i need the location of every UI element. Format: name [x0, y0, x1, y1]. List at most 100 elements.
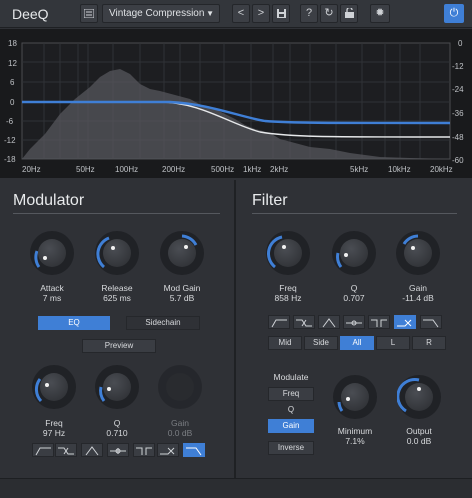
minimum-knob[interactable] [333, 375, 377, 419]
release-label: Release [101, 283, 133, 293]
release-value: 625 ms [103, 293, 131, 303]
save-icon [276, 9, 286, 18]
list-icon [83, 8, 95, 19]
filter-bell-button[interactable] [318, 315, 340, 329]
notch-icon [110, 448, 126, 454]
mod-gain-eq-knob[interactable] [158, 365, 202, 409]
channel-r-button[interactable]: R [412, 336, 446, 350]
channel-all-button[interactable]: All [340, 336, 374, 350]
bandreject-icon [371, 319, 387, 327]
mod-freq-knob[interactable] [32, 365, 76, 409]
sidechain-tab[interactable]: Sidechain [126, 316, 200, 330]
filter-q-value: 0.707 [343, 293, 365, 303]
lowcut-shape-button[interactable] [32, 443, 54, 457]
reset-button[interactable]: ↻ [320, 4, 338, 23]
attack-value: 7 ms [42, 293, 62, 303]
minimum-label: Minimum [337, 426, 373, 436]
filter-q-knob[interactable] [332, 231, 376, 275]
help-button[interactable]: ? [300, 4, 318, 23]
divider [13, 213, 220, 214]
highshelf-shape-button[interactable] [157, 443, 179, 457]
preset-dropdown[interactable]: Vintage Compression ▼ [102, 4, 220, 23]
lowshelf-icon [296, 319, 312, 327]
lowcut-icon [271, 319, 287, 328]
save-button[interactable] [272, 4, 290, 23]
mod-gain-value: 5.7 dB [169, 293, 195, 303]
modulate-label: Modulate [273, 372, 309, 382]
app-title: DeeQ [12, 6, 49, 22]
preset-list-button[interactable] [80, 4, 98, 23]
lock-icon [344, 6, 354, 18]
eq-graph-canvas [21, 42, 451, 160]
filter-gain-value: -11.4 dB [402, 293, 434, 303]
highshelf-icon [160, 447, 175, 455]
filter-highshelf-button[interactable] [394, 315, 416, 329]
modulator-panel: Modulator Attack 7 ms Release 625 ms Mod… [0, 182, 234, 474]
filter-freq-label: Freq [279, 283, 297, 293]
filter-notch-button[interactable] [343, 315, 365, 329]
mod-q-label: Q [113, 418, 121, 428]
mod-gain-eq-value: 0.0 dB [167, 428, 193, 438]
modulate-gain-button[interactable]: Gain [268, 419, 314, 433]
divider [252, 213, 457, 214]
channel-mid-button[interactable]: Mid [268, 336, 302, 350]
attack-knob[interactable] [30, 231, 74, 275]
eq-tab[interactable]: EQ [38, 316, 110, 330]
filter-q-label: Q [350, 283, 358, 293]
footer-bar [0, 478, 472, 498]
mod-freq-value: 97 Hz [42, 428, 66, 438]
preset-name: Vintage Compression [109, 8, 205, 19]
filter-gain-knob[interactable] [396, 231, 440, 275]
notch-shape-button[interactable] [107, 443, 129, 457]
power-icon: ⏻ [449, 7, 459, 19]
filter-highcut-button[interactable] [420, 315, 442, 329]
highcut-icon [186, 447, 202, 456]
bandreject-icon [136, 447, 152, 455]
lock-button[interactable] [340, 4, 358, 23]
filter-title: Filter [252, 192, 288, 209]
mod-gain-knob[interactable] [160, 231, 204, 275]
mod-q-value: 0.710 [106, 428, 128, 438]
notch-icon [346, 320, 362, 326]
release-knob[interactable] [95, 231, 139, 275]
eq-graph[interactable]: 18 12 6 0 -6 -12 -18 0 -12 -24 -36 -48 -… [0, 29, 472, 178]
highshelf-icon [397, 319, 412, 327]
mod-gain-label: Mod Gain [163, 283, 201, 293]
refresh-icon: ↻ [324, 7, 334, 19]
bell-shape-button[interactable] [81, 443, 103, 457]
lowshelf-shape-button[interactable] [55, 443, 77, 457]
filter-freq-knob[interactable] [266, 231, 310, 275]
output-value: 0.0 dB [406, 436, 432, 446]
filter-panel: Filter Freq 858 Hz Q 0.707 Gain -11.4 dB… [236, 182, 472, 474]
prev-preset-button[interactable]: < [232, 4, 250, 23]
power-button[interactable]: ⏻ [444, 4, 464, 23]
settings-button[interactable]: ✹ [370, 4, 390, 23]
bandreject-shape-button[interactable] [133, 443, 155, 457]
minimum-value: 7.1% [345, 436, 365, 446]
next-preset-button[interactable]: > [252, 4, 270, 23]
filter-gain-label: Gain [409, 283, 427, 293]
bell-icon [85, 446, 99, 456]
mod-freq-label: Freq [45, 418, 63, 428]
filter-freq-value: 858 Hz [274, 293, 302, 303]
filter-bandreject-button[interactable] [368, 315, 390, 329]
output-knob[interactable] [397, 375, 441, 419]
channel-l-button[interactable]: L [376, 336, 410, 350]
highcut-shape-button[interactable] [183, 443, 205, 457]
inverse-button[interactable]: Inverse [268, 441, 314, 455]
lowcut-icon [35, 447, 51, 456]
filter-lowcut-button[interactable] [268, 315, 290, 329]
filter-lowshelf-button[interactable] [293, 315, 315, 329]
mod-gain-eq-label: Gain [171, 418, 189, 428]
gear-icon: ✹ [375, 7, 385, 19]
preview-button[interactable]: Preview [82, 339, 156, 353]
chevron-down-icon: ▼ [206, 9, 214, 18]
channel-side-button[interactable]: Side [304, 336, 338, 350]
attack-label: Attack [40, 283, 64, 293]
modulate-freq-button[interactable]: Freq [268, 387, 314, 401]
mod-q-knob[interactable] [95, 365, 139, 409]
bell-icon [322, 318, 336, 328]
modulator-title: Modulator [13, 192, 85, 209]
modulate-q-button[interactable]: Q [268, 403, 314, 417]
output-label: Output [406, 426, 432, 436]
